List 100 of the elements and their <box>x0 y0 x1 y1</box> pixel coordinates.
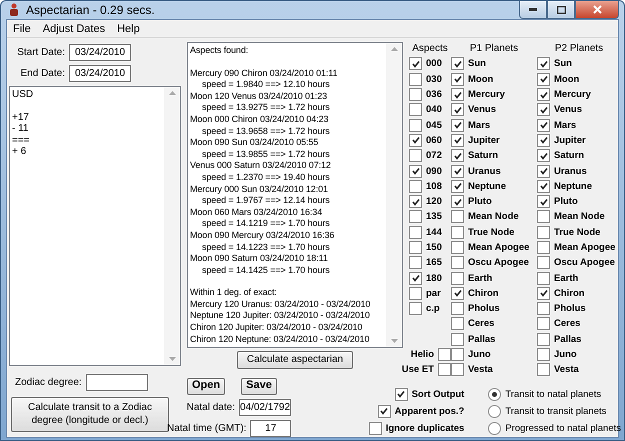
checkbox-label[interactable]: Earth <box>468 272 492 284</box>
natal-time-field[interactable]: 17 <box>250 420 291 437</box>
checkbox[interactable] <box>451 103 464 116</box>
checkbox[interactable] <box>537 226 550 239</box>
radio-button[interactable] <box>488 388 502 401</box>
checkbox[interactable] <box>451 180 464 193</box>
checkbox-label[interactable]: Ceres <box>468 318 494 330</box>
checkbox[interactable] <box>409 118 422 132</box>
checkbox[interactable] <box>537 195 550 208</box>
checkbox-label[interactable]: Pluto <box>554 196 578 208</box>
checkbox-label[interactable]: Sort Output <box>412 388 464 400</box>
checkbox-label[interactable]: Juno <box>468 349 491 360</box>
checkbox[interactable] <box>451 317 464 330</box>
menu-item[interactable]: Adjust Dates <box>36 22 112 34</box>
checkbox-label[interactable]: Pallas <box>468 334 496 345</box>
checkbox[interactable] <box>409 210 422 224</box>
checkbox-label[interactable]: Juno <box>554 349 577 360</box>
checkbox-label[interactable]: Venus <box>468 104 496 116</box>
minimize-button[interactable] <box>519 1 547 19</box>
checkbox[interactable] <box>537 72 550 86</box>
checkbox[interactable] <box>409 241 422 254</box>
scroll-down-icon[interactable] <box>390 339 398 343</box>
date-field[interactable]: 03/24/2010 <box>69 65 131 82</box>
checkbox-label[interactable]: 045 <box>426 120 442 131</box>
checkbox-label[interactable]: 108 <box>426 180 442 192</box>
checkbox-label[interactable]: Chiron <box>468 288 499 299</box>
checkbox-label[interactable]: Neptune <box>468 180 506 192</box>
radio-label[interactable]: Transit to transit planets <box>505 406 606 417</box>
calculate-zodiac-button[interactable]: Calculate transit to a Zodiac degree (longitude or decl.) <box>11 397 169 432</box>
checkbox-label[interactable]: 036 <box>426 89 442 100</box>
save-button[interactable]: Save <box>241 378 277 395</box>
checkbox[interactable] <box>409 272 422 285</box>
checkbox-label[interactable]: 072 <box>426 150 442 162</box>
checkbox[interactable] <box>451 363 464 376</box>
checkbox-label[interactable]: par <box>426 288 441 299</box>
checkbox-label[interactable]: 030 <box>426 74 442 85</box>
checkbox[interactable] <box>537 88 550 102</box>
checkbox-label[interactable]: Apparent pos.? <box>394 406 464 417</box>
checkbox[interactable] <box>409 88 422 102</box>
checkbox-label[interactable]: Earth <box>554 272 578 284</box>
checkbox[interactable] <box>537 164 550 178</box>
checkbox[interactable] <box>438 348 451 362</box>
scroll-up-icon[interactable] <box>168 91 176 95</box>
checkbox[interactable] <box>451 57 464 70</box>
checkbox-label[interactable]: Vesta <box>468 364 493 376</box>
checkbox[interactable] <box>409 103 422 116</box>
checkbox[interactable] <box>451 210 464 224</box>
checkbox[interactable] <box>451 332 464 346</box>
checkbox-label[interactable]: Mean Apogee <box>468 242 530 253</box>
checkbox-label[interactable]: c.p <box>426 303 440 314</box>
natal-date-field[interactable]: 04/02/1792 <box>239 398 291 416</box>
checkbox[interactable] <box>409 226 422 239</box>
radio-label[interactable]: Progressed to natal planets <box>505 422 621 434</box>
checkbox-label[interactable]: Use ET <box>402 364 434 376</box>
checkbox[interactable] <box>537 118 550 132</box>
checkbox-label[interactable]: Mean Node <box>554 211 605 222</box>
checkbox[interactable] <box>537 332 550 346</box>
checkbox-label[interactable]: Oscu Apogee <box>468 257 529 268</box>
scrollbar[interactable] <box>164 87 180 365</box>
radio-button[interactable] <box>488 422 502 435</box>
checkbox-label[interactable]: Mean Apogee <box>554 242 616 253</box>
checkbox-label[interactable]: Venus <box>554 104 582 116</box>
checkbox[interactable] <box>409 195 422 208</box>
checkbox[interactable] <box>537 256 550 270</box>
checkbox[interactable] <box>409 134 422 147</box>
checkbox[interactable] <box>409 149 422 162</box>
checkbox[interactable] <box>409 302 422 316</box>
checkbox[interactable] <box>451 164 464 178</box>
checkbox-label[interactable]: True Node <box>554 226 600 238</box>
checkbox[interactable] <box>409 72 422 86</box>
checkbox[interactable] <box>537 363 550 376</box>
checkbox[interactable] <box>537 272 550 285</box>
checkbox[interactable] <box>451 72 464 86</box>
checkbox[interactable] <box>451 256 464 270</box>
calculate-aspectarian-button[interactable]: Calculate aspectarian <box>237 351 353 369</box>
checkbox[interactable] <box>451 134 464 147</box>
checkbox-label[interactable]: Mercury <box>554 89 591 100</box>
checkbox-label[interactable]: Sun <box>554 58 572 70</box>
checkbox[interactable] <box>537 57 550 70</box>
checkbox-label[interactable]: Pholus <box>554 303 586 314</box>
checkbox-label[interactable]: 165 <box>426 257 442 268</box>
checkbox-label[interactable]: Mean Node <box>468 211 519 222</box>
checkbox-label[interactable]: Moon <box>554 74 580 85</box>
checkbox[interactable] <box>537 317 550 330</box>
checkbox-label[interactable]: Oscu Apogee <box>554 257 615 268</box>
checkbox[interactable] <box>537 180 550 193</box>
checkbox[interactable] <box>409 180 422 193</box>
checkbox[interactable] <box>409 164 422 178</box>
checkbox-label[interactable]: Ignore duplicates <box>386 422 464 434</box>
checkbox[interactable] <box>537 286 550 300</box>
checkbox[interactable] <box>537 302 550 316</box>
checkbox[interactable] <box>451 149 464 162</box>
checkbox-label[interactable]: 060 <box>426 134 442 146</box>
checkbox[interactable] <box>394 388 408 401</box>
scrollbar[interactable] <box>386 43 402 347</box>
checkbox-label[interactable]: Helio <box>410 349 434 360</box>
checkbox-label[interactable]: Saturn <box>468 150 498 162</box>
checkbox-label[interactable]: 000 <box>426 58 442 70</box>
checkbox-label[interactable]: Jupiter <box>468 134 500 146</box>
checkbox[interactable] <box>451 348 464 362</box>
